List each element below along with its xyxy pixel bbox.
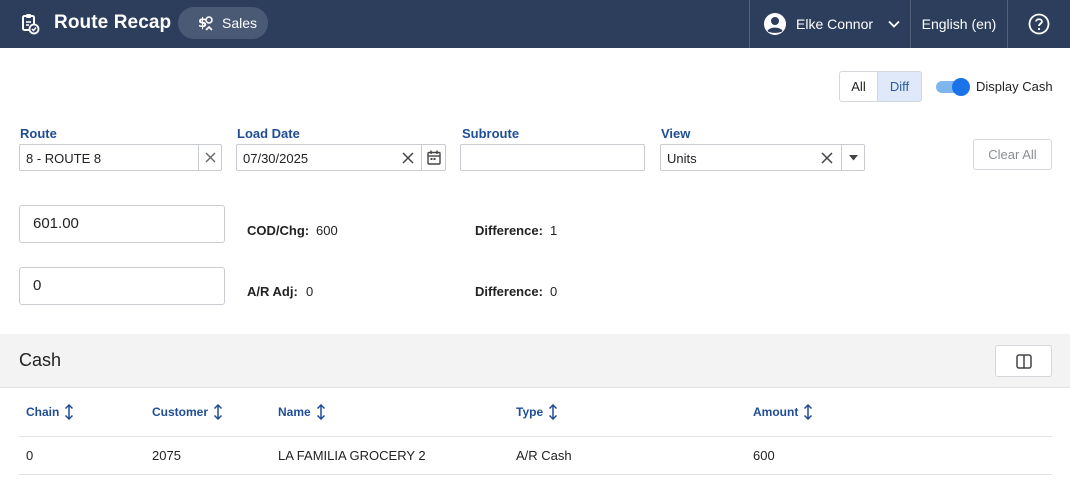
column-header-name[interactable]: Name xyxy=(278,404,326,420)
subroute-input[interactable] xyxy=(460,144,645,171)
cell-customer: 2075 xyxy=(152,448,181,463)
columns-icon xyxy=(1015,353,1032,369)
sales-icon: $ xyxy=(198,16,213,31)
cell-chain: 0 xyxy=(26,448,34,463)
table-divider xyxy=(19,436,1052,437)
column-settings-button[interactable] xyxy=(995,345,1052,377)
load-date-clear-button[interactable] xyxy=(398,145,418,170)
cell-name: LA FAMILIA GROCERY 2 xyxy=(278,448,426,463)
cell-amount: 600 xyxy=(753,448,775,463)
chevron-down-icon xyxy=(888,20,900,28)
ar-difference-label: Difference: xyxy=(475,284,543,299)
calendar-button[interactable] xyxy=(422,145,446,170)
module-label: Sales xyxy=(222,15,258,31)
cash-section-title: Cash xyxy=(19,350,62,370)
view-label: View xyxy=(661,126,691,141)
route-label: Route xyxy=(20,126,57,141)
column-header-label: Type xyxy=(516,405,544,419)
sort-icon xyxy=(549,404,558,420)
ar-adj-value: 0 xyxy=(306,284,314,299)
view-clear-button[interactable] xyxy=(817,145,837,170)
route-clear-button[interactable] xyxy=(199,145,222,170)
route-select[interactable]: 8 - ROUTE 8 xyxy=(19,144,222,171)
calendar-icon xyxy=(427,150,441,165)
route-recap-icon xyxy=(22,14,40,35)
display-cash-toggle[interactable] xyxy=(936,78,970,96)
sort-icon xyxy=(316,404,325,420)
sort-icon xyxy=(213,404,223,420)
cell-type: A/R Cash xyxy=(516,448,572,463)
ar-adj-label: A/R Adj: xyxy=(247,284,298,299)
cod-difference-value: 1 xyxy=(550,223,558,238)
module-selector-button[interactable]: $ Sales xyxy=(178,7,268,39)
view-select[interactable]: Units xyxy=(660,144,865,171)
cash-section-header: Cash xyxy=(0,334,1070,388)
load-date-value: 07/30/2025 xyxy=(243,151,309,166)
toggle-knob xyxy=(952,78,970,96)
table-divider xyxy=(19,474,1052,475)
column-header-type[interactable]: Type xyxy=(516,404,558,420)
sort-icon xyxy=(804,404,813,420)
ar-difference-value: 0 xyxy=(550,284,558,299)
sort-icon xyxy=(65,404,74,420)
load-date-input[interactable]: 07/30/2025 xyxy=(236,144,446,171)
view-value: Units xyxy=(667,151,697,166)
filter-all-button[interactable]: All xyxy=(839,71,878,102)
user-avatar-icon xyxy=(764,13,786,35)
column-header-label: Customer xyxy=(152,405,209,419)
column-header-customer[interactable]: Customer xyxy=(152,404,223,420)
cod-amount-input[interactable]: 601.00 xyxy=(19,205,225,243)
help-icon xyxy=(1028,13,1050,35)
column-header-label: Name xyxy=(278,405,311,419)
close-icon xyxy=(821,151,833,164)
language-selector[interactable]: English (en) xyxy=(911,0,1007,48)
app-title: Route Recap xyxy=(54,12,172,33)
user-menu[interactable]: Elke Connor xyxy=(750,0,910,48)
help-button[interactable] xyxy=(1008,0,1070,48)
cod-value: 600 xyxy=(316,223,338,238)
caret-down-icon xyxy=(849,154,858,160)
column-header-chain[interactable]: Chain xyxy=(26,404,74,420)
subroute-label: Subroute xyxy=(462,126,520,141)
display-cash-label: Display Cash xyxy=(976,79,1053,94)
column-header-amount[interactable]: Amount xyxy=(753,404,813,420)
column-header-label: Amount xyxy=(753,405,799,419)
load-date-label: Load Date xyxy=(237,126,300,141)
ar-adjustment-input[interactable]: 0 xyxy=(19,267,225,305)
column-header-label: Chain xyxy=(26,405,60,419)
cod-difference-label: Difference: xyxy=(475,223,543,238)
route-value: 8 - ROUTE 8 xyxy=(26,151,102,166)
cod-label: COD/Chg: xyxy=(247,223,310,238)
filter-diff-button[interactable]: Diff xyxy=(877,71,922,102)
user-name: Elke Connor xyxy=(796,16,874,32)
clear-all-button[interactable]: Clear All xyxy=(973,139,1052,170)
close-icon xyxy=(402,151,414,164)
view-dropdown-button[interactable] xyxy=(842,145,865,170)
top-bar: Route Recap $ Sales Elke Connor English … xyxy=(0,0,1070,48)
close-icon xyxy=(205,152,216,163)
